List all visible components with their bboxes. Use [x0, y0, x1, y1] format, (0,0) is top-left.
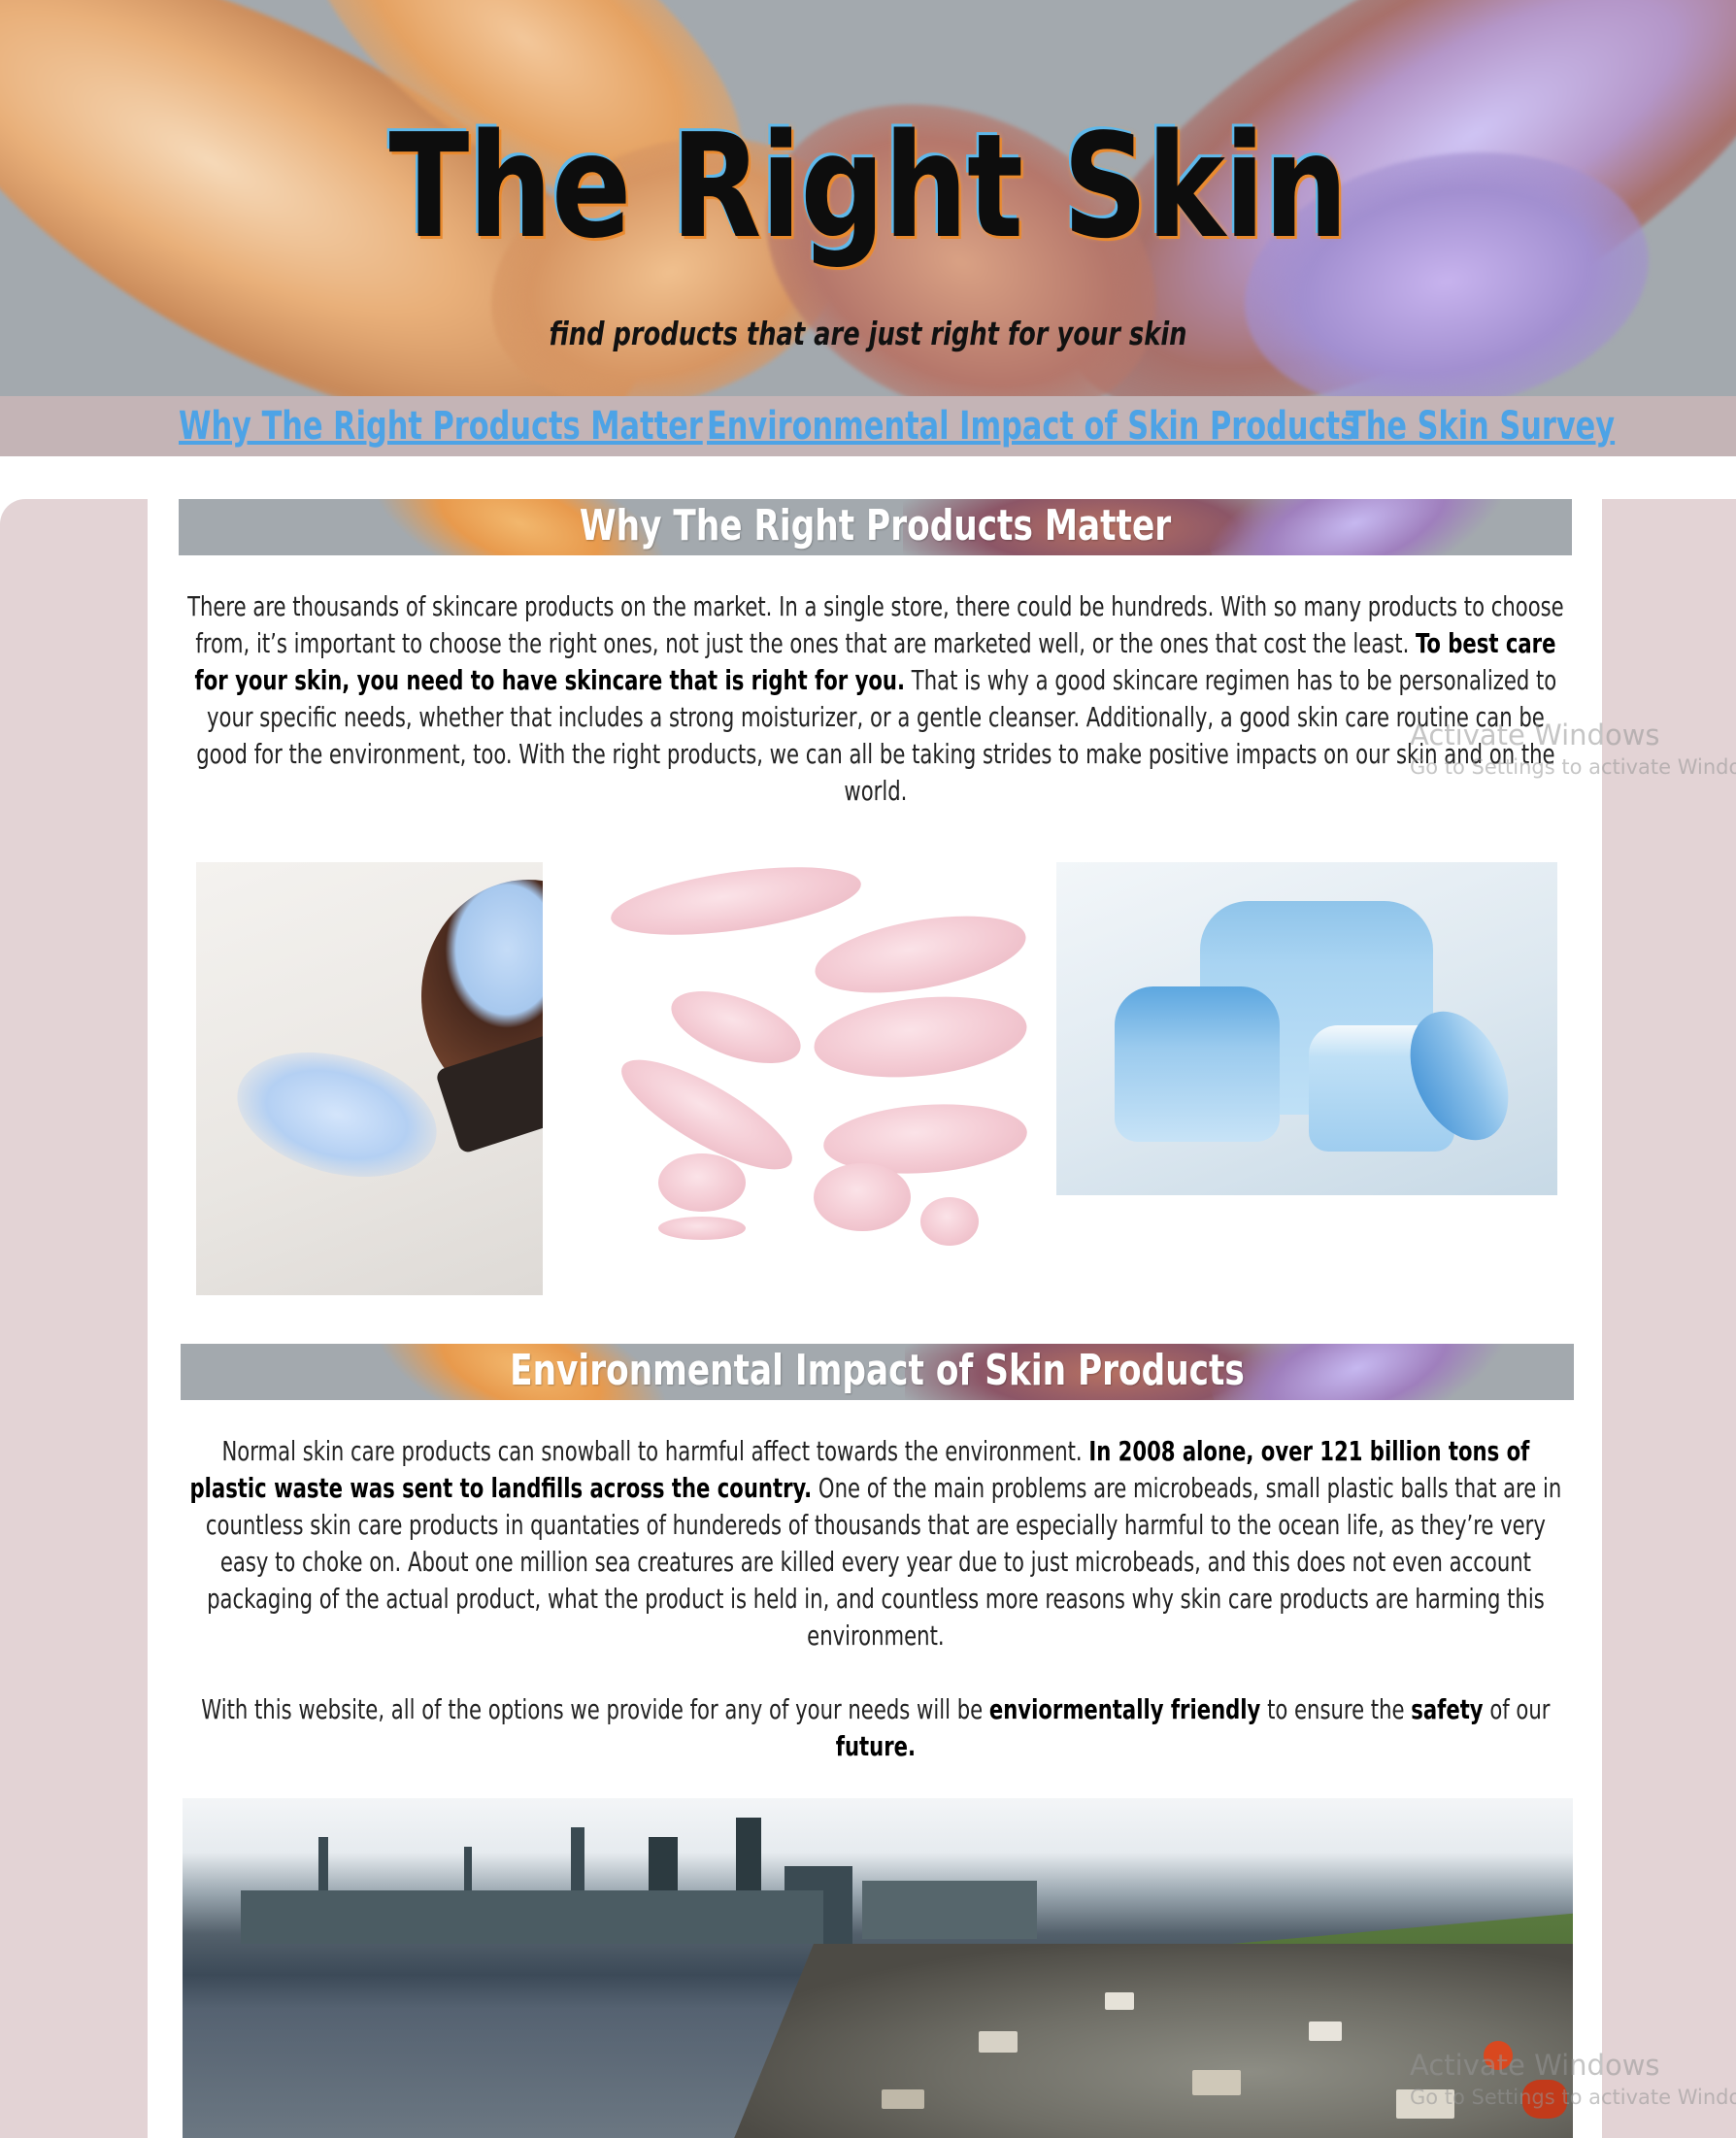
environment-paragraph: Normal skin care products can snowball t…	[189, 1435, 1562, 1652]
section-heading-banner: Environmental Impact of Skin Products	[181, 1344, 1574, 1400]
section-heading-banner: Why The Right Products Matter	[179, 499, 1572, 555]
product-image-blue-containers	[1056, 862, 1557, 1195]
nav-link-skin-survey[interactable]: The Skin Survey	[1346, 404, 1615, 449]
pollution-shoreline-image	[183, 1798, 1573, 2138]
product-image-blue-cream-jar	[196, 862, 543, 1295]
nav-link-why-products[interactable]: Why The Right Products Matter	[179, 404, 703, 449]
environment-commitment-paragraph: With this website, all of the options we…	[201, 1693, 1551, 1762]
site-tagline: find products that are just right for yo…	[549, 315, 1187, 352]
nav-link-environmental-impact[interactable]: Environmental Impact of Skin Products	[707, 404, 1357, 449]
why-paragraph: There are thousands of skincare products…	[187, 590, 1564, 807]
activate-windows-watermark: Activate Windows Go to Settings to activ…	[1410, 2049, 1736, 2109]
product-image-pink-swatches	[610, 862, 1027, 1253]
site-title: The Right Skin	[388, 103, 1349, 270]
main-nav: Why The Right Products Matter Environmen…	[0, 396, 1736, 456]
section-heading-why: Why The Right Products Matter	[579, 501, 1172, 551]
section-heading-environment: Environmental Impact of Skin Products	[510, 1346, 1245, 1395]
activate-windows-watermark: Activate Windows Go to Settings to activ…	[1410, 718, 1736, 779]
left-side-panel	[0, 499, 148, 2138]
hero-banner: The Right Skin find products that are ju…	[0, 0, 1736, 396]
